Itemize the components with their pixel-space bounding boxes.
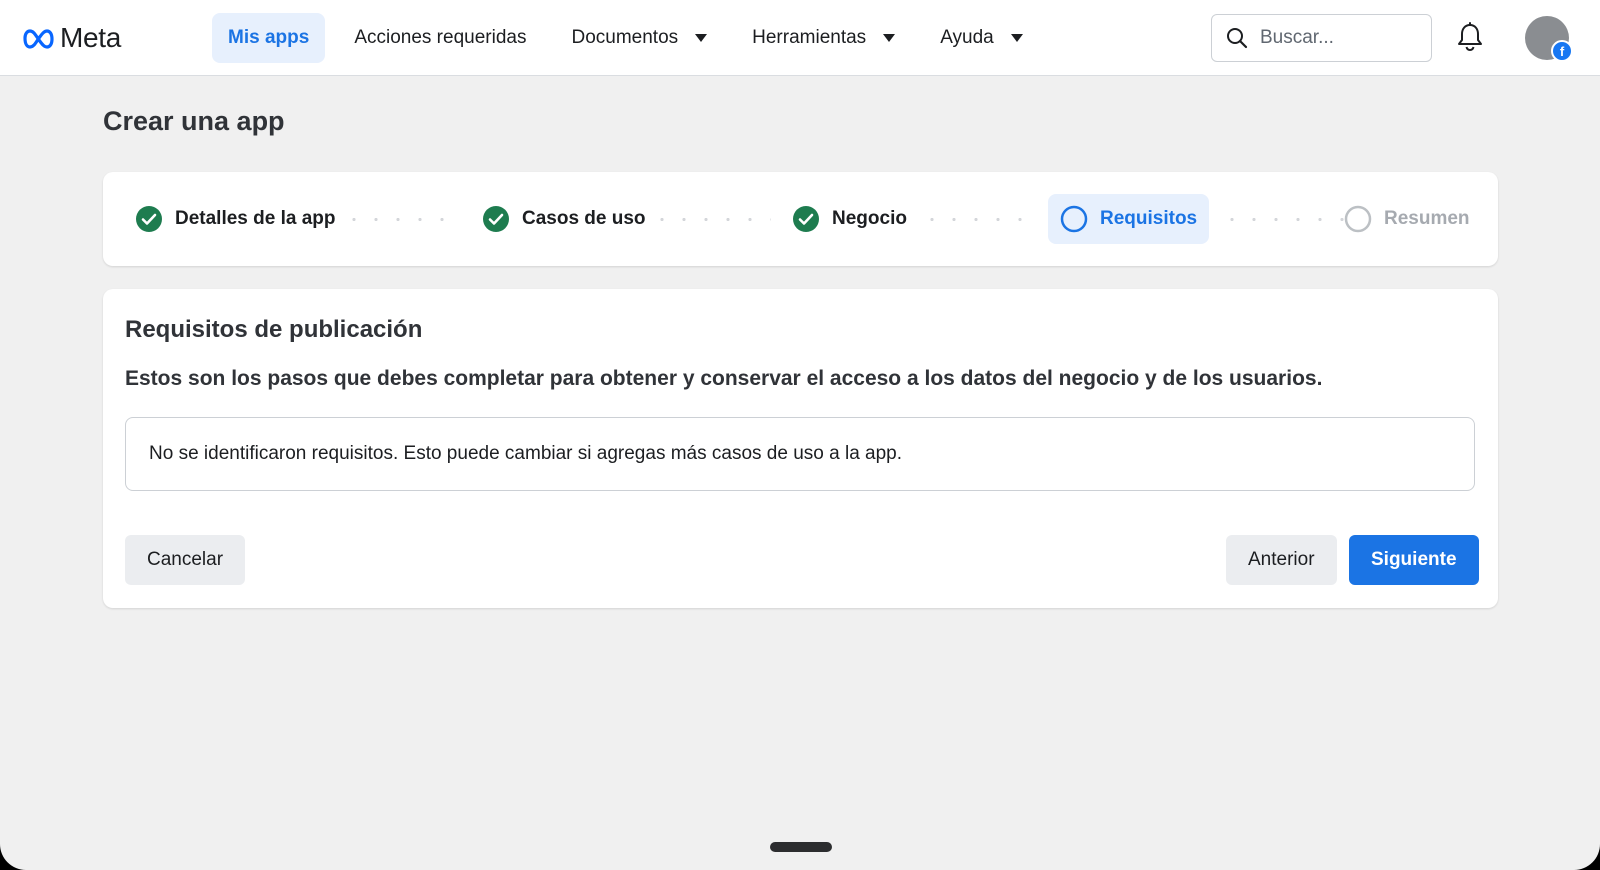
logo-text: Meta — [60, 21, 122, 53]
step-connector — [343, 218, 453, 221]
step-label: Negocio — [832, 208, 907, 229]
check-circle-icon — [483, 206, 509, 232]
meta-logo[interactable]: Meta — [22, 22, 162, 54]
step-connector — [651, 218, 771, 221]
nav-item-label: Herramientas — [752, 26, 867, 48]
facebook-badge-icon: f — [1551, 40, 1573, 62]
caret-down-icon — [695, 33, 708, 42]
step-label: Requisitos — [1100, 208, 1198, 229]
nav-item-acciones-requeridas[interactable]: Acciones requeridas — [338, 13, 542, 63]
search-icon — [1227, 28, 1248, 49]
nav-item-ayuda[interactable]: Ayuda — [924, 13, 1039, 63]
nav-item-mis-apps[interactable]: Mis apps — [212, 12, 326, 63]
step-requisitos[interactable]: Requisitos — [1048, 194, 1210, 244]
step-label: Detalles de la app — [175, 208, 336, 229]
card-description: Estos son los pasos que debes completar … — [125, 367, 1323, 390]
step-connector — [921, 218, 1026, 221]
pending-step-circle-icon — [1344, 205, 1372, 233]
search-box[interactable] — [1211, 14, 1432, 62]
step-detalles-de-la-app[interactable]: Detalles de la app — [123, 194, 348, 244]
check-circle-icon — [136, 206, 162, 232]
card-title: Requisitos de publicación — [125, 316, 423, 343]
nav-item-label: Ayuda — [940, 26, 994, 48]
app-window: Meta Mis apps Acciones requeridas Docume… — [0, 0, 1600, 870]
step-negocio[interactable]: Negocio — [780, 194, 919, 244]
check-circle-icon — [793, 206, 819, 232]
caret-down-icon — [883, 33, 896, 42]
avatar[interactable]: f — [1525, 16, 1573, 62]
current-step-circle-icon — [1060, 205, 1088, 233]
nav-item-label: Mis apps — [228, 26, 310, 48]
step-resumen[interactable]: Resumen — [1332, 194, 1482, 244]
nav-item-label: Documentos — [571, 26, 679, 48]
meta-infinity-icon — [23, 28, 54, 49]
step-label: Casos de uso — [522, 208, 646, 229]
cancel-button[interactable]: Cancelar — [125, 535, 246, 585]
notice-text: No se identificaron requisitos. Esto pue… — [149, 443, 903, 464]
next-button[interactable]: Siguiente — [1349, 535, 1479, 585]
home-indicator — [770, 842, 832, 852]
step-label: Resumen — [1384, 208, 1470, 229]
bell-icon — [1458, 22, 1482, 52]
requirements-notice: No se identificaron requisitos. Esto pue… — [125, 417, 1475, 491]
nav-item-documentos[interactable]: Documentos — [555, 13, 723, 63]
requirements-card: Requisitos de publicación Estos son los … — [103, 289, 1498, 608]
step-casos-de-uso[interactable]: Casos de uso — [470, 194, 658, 244]
caret-down-icon — [1010, 33, 1023, 42]
nav-item-herramientas[interactable]: Herramientas — [736, 13, 911, 63]
top-navigation: Meta Mis apps Acciones requeridas Docume… — [0, 0, 1600, 76]
progress-stepper: Detalles de la app Casos de uso Negocio … — [103, 172, 1498, 266]
step-connector — [1221, 218, 1346, 221]
previous-button[interactable]: Anterior — [1226, 535, 1337, 585]
main-nav: Mis apps Acciones requeridas Documentos … — [212, 0, 1052, 75]
page-title: Crear una app — [103, 106, 285, 136]
notifications-button[interactable] — [1456, 22, 1484, 59]
nav-item-label: Acciones requeridas — [354, 26, 527, 48]
search-input[interactable] — [1258, 26, 1422, 50]
